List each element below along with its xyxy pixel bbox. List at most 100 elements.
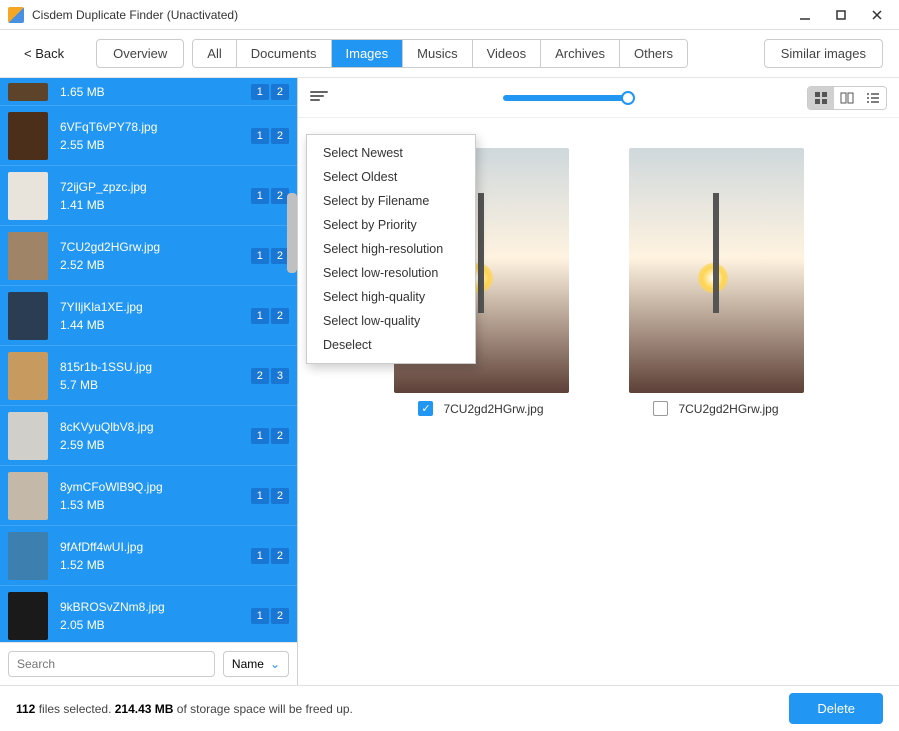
thumbnail — [8, 292, 48, 340]
duplicate-badge[interactable]: 1 — [251, 608, 269, 624]
duplicate-badge[interactable]: 2 — [251, 368, 269, 384]
file-size: 2.05 MB — [60, 618, 251, 632]
list-item[interactable]: 8cKVyuQlbV8.jpg 2.59 MB12 — [0, 406, 297, 466]
file-name: 8cKVyuQlbV8.jpg — [60, 420, 251, 434]
duplicate-badge[interactable]: 1 — [251, 248, 269, 264]
menu-item-select-low-quality[interactable]: Select low-quality — [307, 309, 475, 333]
thumbnail-size-slider[interactable] — [503, 95, 633, 101]
sort-dropdown[interactable]: Name ⌄ — [223, 651, 289, 677]
slider-knob[interactable] — [621, 91, 635, 105]
overview-button[interactable]: Overview — [96, 39, 184, 68]
duplicate-badge[interactable]: 2 — [271, 608, 289, 624]
menu-item-select-by-filename[interactable]: Select by Filename — [307, 189, 475, 213]
file-size: 5.7 MB — [60, 378, 251, 392]
window-title: Cisdem Duplicate Finder (Unactivated) — [32, 8, 787, 22]
list-item[interactable]: 8ymCFoWlB9Q.jpg 1.53 MB12 — [0, 466, 297, 526]
menu-item-select-by-priority[interactable]: Select by Priority — [307, 213, 475, 237]
file-name: 72ijGP_zpzc.jpg — [60, 180, 251, 194]
tab-others[interactable]: Others — [620, 40, 687, 67]
thumbnail — [8, 352, 48, 400]
menu-item-select-high-resolution[interactable]: Select high-resolution — [307, 237, 475, 261]
menu-item-select-newest[interactable]: Select Newest — [307, 141, 475, 165]
duplicate-badge[interactable]: 1 — [251, 188, 269, 204]
tab-images[interactable]: Images — [332, 40, 404, 67]
file-size: 1.52 MB — [60, 558, 251, 572]
back-button[interactable]: < Back — [16, 42, 72, 65]
select-checkbox[interactable]: ✓ — [418, 401, 433, 416]
file-name: 9fAfDff4wUI.jpg — [60, 540, 251, 554]
duplicate-badge[interactable]: 1 — [251, 428, 269, 444]
list-view-button[interactable] — [860, 87, 886, 109]
app-logo — [8, 7, 24, 23]
duplicate-file-list[interactable]: 1.65 MB126VFqT6vPY78.jpg2.55 MB1272ijGP_… — [0, 78, 297, 642]
duplicate-badge[interactable]: 2 — [271, 308, 289, 324]
duplicate-badge[interactable]: 2 — [271, 548, 289, 564]
thumbnail — [8, 412, 48, 460]
file-name: 815r1b-1SSU.jpg — [60, 360, 251, 374]
thumbnail — [8, 592, 48, 640]
file-size: 2.55 MB — [60, 138, 251, 152]
tab-all[interactable]: All — [193, 40, 236, 67]
search-input[interactable] — [8, 651, 215, 677]
minimize-button[interactable] — [787, 1, 823, 29]
duplicate-badge[interactable]: 2 — [271, 428, 289, 444]
file-size: 1.44 MB — [60, 318, 251, 332]
status-text: 112 files selected. 214.43 MB of storage… — [16, 702, 353, 716]
duplicate-badge[interactable]: 2 — [271, 84, 289, 100]
thumbnail — [8, 532, 48, 580]
list-item[interactable]: 72ijGP_zpzc.jpg1.41 MB12 — [0, 166, 297, 226]
duplicate-badge[interactable]: 1 — [251, 128, 269, 144]
duplicate-badge[interactable]: 3 — [271, 368, 289, 384]
tab-archives[interactable]: Archives — [541, 40, 620, 67]
filter-menu-icon[interactable] — [310, 91, 328, 105]
thumbnail — [8, 112, 48, 160]
delete-button[interactable]: Delete — [789, 693, 883, 724]
preview-card: 7CU2gd2HGrw.jpg — [629, 148, 804, 416]
file-size: 1.53 MB — [60, 498, 251, 512]
thumbnail — [8, 232, 48, 280]
duplicate-badge[interactable]: 1 — [251, 308, 269, 324]
menu-item-deselect[interactable]: Deselect — [307, 333, 475, 357]
duplicate-badge[interactable]: 1 — [251, 84, 269, 100]
preview-image[interactable] — [629, 148, 804, 393]
tab-videos[interactable]: Videos — [473, 40, 542, 67]
status-size: 214.43 MB — [115, 702, 174, 716]
file-name: 6VFqT6vPY78.jpg — [60, 120, 251, 134]
list-item[interactable]: 1.65 MB12 — [0, 78, 297, 106]
file-name: 8ymCFoWlB9Q.jpg — [60, 480, 251, 494]
thumbnail — [8, 172, 48, 220]
view-mode-switch — [807, 86, 887, 110]
close-button[interactable] — [859, 1, 895, 29]
grid-view-button[interactable] — [808, 87, 834, 109]
list-item[interactable]: 7YIljKla1XE.jpg 1.44 MB12 — [0, 286, 297, 346]
duplicate-badge[interactable]: 1 — [251, 488, 269, 504]
maximize-button[interactable] — [823, 1, 859, 29]
duplicate-badge[interactable]: 2 — [271, 128, 289, 144]
preview-filename: 7CU2gd2HGrw.jpg — [443, 402, 543, 416]
list-item[interactable]: 9kBROSvZNm8.jpg 2.05 MB12 — [0, 586, 297, 642]
list-scrollbar[interactable] — [287, 193, 297, 273]
similar-images-button[interactable]: Similar images — [764, 39, 883, 68]
tab-musics[interactable]: Musics — [403, 40, 472, 67]
list-item[interactable]: 6VFqT6vPY78.jpg 2.55 MB12 — [0, 106, 297, 166]
menu-item-select-low-resolution[interactable]: Select low-resolution — [307, 261, 475, 285]
select-checkbox[interactable] — [653, 401, 668, 416]
chevron-down-icon: ⌄ — [270, 657, 280, 671]
list-item[interactable]: 7CU2gd2HGrw.jpg2.52 MB12 — [0, 226, 297, 286]
menu-item-select-oldest[interactable]: Select Oldest — [307, 165, 475, 189]
list-item[interactable]: 9fAfDff4wUI.jpg 1.52 MB12 — [0, 526, 297, 586]
duplicate-badge[interactable]: 2 — [271, 488, 289, 504]
file-size: 2.59 MB — [60, 438, 251, 452]
category-tabs: AllDocumentsImagesMusicsVideosArchivesOt… — [192, 39, 688, 68]
status-count: 112 — [16, 702, 35, 716]
file-name: 7YIljKla1XE.jpg — [60, 300, 251, 314]
duplicate-badge[interactable]: 1 — [251, 548, 269, 564]
sort-label: Name — [232, 657, 264, 671]
menu-item-select-high-quality[interactable]: Select high-quality — [307, 285, 475, 309]
file-name: 9kBROSvZNm8.jpg — [60, 600, 251, 614]
split-view-button[interactable] — [834, 87, 860, 109]
tab-documents[interactable]: Documents — [237, 40, 332, 67]
file-name: 7CU2gd2HGrw.jpg — [60, 240, 251, 254]
file-size: 1.41 MB — [60, 198, 251, 212]
list-item[interactable]: 815r1b-1SSU.jpg 5.7 MB23 — [0, 346, 297, 406]
